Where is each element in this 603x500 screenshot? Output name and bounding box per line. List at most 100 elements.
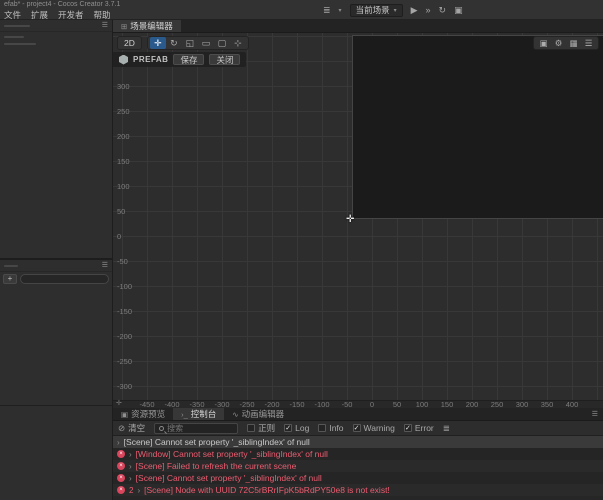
filter-log-checkbox[interactable]: ✓ Log: [284, 423, 309, 433]
ruler-v-label: -50: [117, 257, 128, 266]
checkbox-box: ✓: [284, 424, 293, 432]
titlebar: efab* - project4 - Cocos Creator 3.7.1 文…: [0, 0, 603, 20]
hierarchy-panel-header: ☰: [0, 20, 112, 32]
regex-checkbox[interactable]: 正则: [247, 422, 275, 434]
log-message: [Scene] Cannot set property '_siblingInd…: [123, 437, 310, 447]
ruler-v-label: -200: [117, 332, 133, 341]
assets-filter-input[interactable]: [20, 274, 109, 284]
tab-console[interactable]: ›_ 控制台: [173, 408, 225, 420]
hierarchy-content[interactable]: [0, 32, 112, 260]
top-controls: ≣ ▾ 当前场景 ▾ ▶ » ↻ ▣: [323, 2, 463, 18]
mode-2d-toggle[interactable]: 2D: [117, 36, 142, 50]
tab-animation-editor[interactable]: ∿ 动画编辑器: [224, 408, 292, 420]
ruler-v-label: 0: [117, 232, 122, 241]
save-button[interactable]: 保存: [173, 54, 205, 65]
filter-label: Error: [414, 423, 434, 433]
view-options-overlay: ▣ ⚙ ▦ ☰: [533, 36, 599, 50]
design-canvas-rect[interactable]: [352, 35, 603, 219]
filter-info-checkbox[interactable]: Info: [318, 423, 344, 433]
bottom-tabbar: ▣ 资源预览 ›_ 控制台 ∿ 动画编辑器 ☰: [113, 408, 603, 421]
checkbox-box: [318, 424, 327, 432]
left-panel: ☰ ☰ +: [0, 20, 113, 500]
layers-icon[interactable]: ≣: [323, 5, 331, 16]
move-gizmo-icon[interactable]: ✛: [346, 215, 354, 225]
console-search[interactable]: [154, 422, 239, 434]
error-icon: ×: [117, 486, 125, 494]
grid-icon[interactable]: ▦: [566, 37, 581, 49]
preview-scene-dropdown[interactable]: 当前场景 ▾: [349, 3, 403, 17]
filter-warning-checkbox[interactable]: ✓ Warning: [352, 423, 395, 433]
ruler-v-label: 150: [117, 157, 130, 166]
ruler-v-label: -300: [117, 382, 133, 391]
prefab-label: PREFAB: [133, 55, 169, 64]
console-row[interactable]: × › [Window] Cannot set property '_sibli…: [113, 448, 603, 460]
scene-icon: ⊞: [121, 21, 128, 31]
log-message: [Window] Cannot set property '_siblingIn…: [135, 449, 328, 459]
refresh-icon[interactable]: ↻: [439, 5, 447, 16]
console-log-list: › [Scene] Cannot set property '_siblingI…: [113, 436, 603, 496]
tree-item-fragment: [4, 43, 36, 45]
clear-button[interactable]: ⊘ 清空: [118, 422, 145, 434]
preview-scene-label: 当前场景: [355, 5, 390, 15]
close-button[interactable]: 关闭: [209, 54, 241, 65]
ruler-v-label: 50: [117, 207, 126, 216]
ruler-v-label: 100: [117, 182, 130, 191]
expand-arrow-icon[interactable]: ›: [129, 450, 132, 459]
console-row[interactable]: × › [Scene] Failed to refresh the curren…: [113, 460, 603, 472]
ruler-h-label: 400: [565, 400, 579, 409]
tab-asset-preview[interactable]: ▣ 资源预览: [113, 408, 173, 420]
console-row[interactable]: › [Scene] Cannot set property '_siblingI…: [113, 436, 603, 448]
step-icon[interactable]: »: [426, 5, 431, 15]
panel-menu-icon[interactable]: ☰: [102, 22, 108, 29]
chevron-down-icon[interactable]: ▾: [339, 7, 342, 14]
filter-label: Log: [295, 423, 310, 433]
ruler-corner-icon: ✛: [116, 400, 122, 407]
log-message: [Scene] Node with UUID 72C5rBRrIFpK5bRdP…: [144, 485, 390, 495]
scene-viewport[interactable]: ✛ 2D ✛ ↻ ◱ ▭ ▢ ⊹ ▣ ⚙ ▦ ☰ PREFAB 保存 关闭 30…: [113, 33, 603, 408]
panel-menu-icon[interactable]: ☰: [102, 262, 108, 269]
filter-label: Warning: [363, 423, 395, 433]
prefab-bar: PREFAB 保存 关闭: [113, 52, 247, 67]
assets-content[interactable]: [0, 286, 112, 406]
console-row[interactable]: × › [Scene] Cannot set property '_siblin…: [113, 472, 603, 484]
fullscreen-icon[interactable]: ▣: [454, 5, 463, 16]
view-menu-icon[interactable]: ☰: [581, 37, 596, 49]
checkbox-box: ✓: [403, 424, 412, 432]
regex-label: 正则: [258, 423, 276, 433]
expand-arrow-icon[interactable]: ›: [129, 474, 132, 483]
rect-tool-icon[interactable]: ▭: [198, 37, 214, 49]
expand-arrow-icon[interactable]: ›: [117, 438, 120, 447]
pivot-tool-icon[interactable]: ⊹: [230, 37, 246, 49]
tab-label: 场景编辑器: [130, 21, 173, 31]
camera-icon[interactable]: ▣: [536, 37, 551, 49]
rotate-tool-icon[interactable]: ↻: [166, 37, 182, 49]
scale-tool-icon[interactable]: ◱: [182, 37, 198, 49]
panel-menu-icon[interactable]: ☰: [592, 410, 603, 418]
move-tool-icon[interactable]: ✛: [149, 37, 166, 49]
search-input[interactable]: [167, 423, 228, 433]
log-message: [Scene] Failed to refresh the current sc…: [135, 461, 297, 471]
tab-scene-editor[interactable]: ⊞ 场景编辑器: [113, 20, 181, 32]
expand-arrow-icon[interactable]: ›: [137, 486, 140, 495]
scene-tabbar: ⊞ 场景编辑器: [113, 20, 603, 33]
add-asset-button[interactable]: +: [3, 274, 17, 284]
clear-icon: ⊘: [118, 422, 126, 433]
filter-error-checkbox[interactable]: ✓ Error: [403, 423, 434, 433]
ruler-v-label: 250: [117, 107, 130, 116]
assets-panel-header: ☰: [0, 260, 112, 272]
export-icon[interactable]: ≣: [443, 423, 450, 434]
curve-icon: ∿: [232, 409, 239, 419]
gear-icon[interactable]: ⚙: [551, 37, 566, 49]
tab-label: 动画编辑器: [241, 409, 285, 419]
clear-label: 清空: [128, 423, 146, 433]
transform-tool-icon[interactable]: ▢: [214, 37, 230, 49]
prefab-hexagon-icon: [119, 54, 128, 65]
console-toolbar: ⊘ 清空 正则 ✓ Log Info ✓ Warning ✓ Error ≣: [113, 421, 603, 436]
checkbox-box: [247, 424, 256, 432]
console-row[interactable]: × 2 › [Scene] Node with UUID 72C5rBRrIFp…: [113, 484, 603, 496]
ruler-v-label: -100: [117, 282, 133, 291]
expand-arrow-icon[interactable]: ›: [129, 462, 132, 471]
log-message: [Scene] Cannot set property '_siblingInd…: [135, 473, 322, 483]
play-icon[interactable]: ▶: [411, 5, 418, 16]
checkbox-box: ✓: [352, 424, 361, 432]
